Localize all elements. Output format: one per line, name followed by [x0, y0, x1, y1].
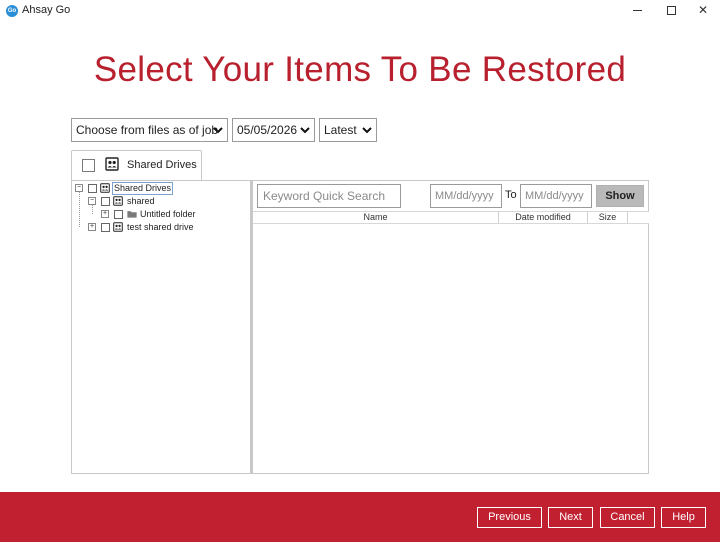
footer-bar: Previous Next Cancel Help [0, 492, 720, 542]
version-select[interactable]: Latest [319, 118, 377, 142]
tree-checkbox[interactable] [88, 184, 97, 193]
chevron-down-icon [362, 127, 372, 134]
app-logo-icon: Go [6, 5, 18, 17]
chevron-down-icon [213, 127, 223, 134]
shared-drive-icon [100, 183, 110, 193]
shared-drive-icon [113, 196, 123, 206]
date-to-field[interactable] [520, 184, 592, 208]
page-title: Select Your Items To Be Restored [93, 50, 627, 89]
date-select[interactable]: 05/05/2026 [232, 118, 315, 142]
collapse-toggle[interactable]: − [75, 184, 83, 192]
file-list-panel: To Show Name Date modified Size [251, 180, 649, 474]
table-header: Name Date modified Size [253, 211, 649, 224]
column-header-date-modified[interactable]: Date modified [499, 212, 588, 223]
chevron-down-icon [300, 127, 310, 134]
tree-item-label: test shared drive [127, 222, 194, 232]
minimize-button[interactable] [620, 0, 654, 22]
window-title: Ahsay Go [22, 4, 71, 16]
job-select-value: Choose from files as of job [76, 123, 219, 137]
next-button[interactable]: Next [548, 507, 593, 528]
folder-tree: − Shared Drives − shared + Untitled fold… [71, 180, 251, 474]
column-header-name[interactable]: Name [253, 212, 499, 223]
tree-checkbox[interactable] [114, 210, 123, 219]
show-button[interactable]: Show [596, 185, 644, 207]
tree-connector [79, 192, 80, 227]
maximize-icon [666, 6, 676, 16]
expand-toggle[interactable]: + [101, 210, 109, 218]
tree-checkbox[interactable] [101, 197, 110, 206]
date-from-field[interactable] [430, 184, 502, 208]
maximize-button[interactable] [654, 0, 688, 22]
tree-item-shared[interactable]: − shared [87, 195, 247, 208]
minimize-icon [632, 10, 642, 12]
previous-button[interactable]: Previous [477, 507, 542, 528]
job-select[interactable]: Choose from files as of job [71, 118, 228, 142]
close-button[interactable]: ✕ [686, 0, 720, 22]
cancel-button[interactable]: Cancel [600, 507, 655, 528]
expand-toggle[interactable]: + [88, 223, 96, 231]
title-bar: Go Ahsay Go ✕ [0, 0, 720, 22]
help-button[interactable]: Help [661, 507, 706, 528]
tree-item-test-shared-drive[interactable]: + test shared drive [87, 221, 247, 234]
date-select-value: 05/05/2026 [237, 123, 298, 137]
tree-item-label: Shared Drives [112, 182, 174, 195]
select-all-checkbox[interactable] [82, 159, 95, 172]
search-input[interactable] [257, 184, 401, 208]
tab-shared-drives[interactable]: Shared Drives [71, 150, 202, 181]
tree-item-label: shared [127, 196, 155, 206]
tree-checkbox[interactable] [101, 223, 110, 232]
collapse-toggle[interactable]: − [88, 197, 96, 205]
version-select-value: Latest [324, 123, 357, 137]
column-header-size[interactable]: Size [588, 212, 628, 223]
tab-label: Shared Drives [127, 159, 197, 171]
shared-drive-icon [105, 157, 119, 171]
folder-icon [127, 211, 137, 218]
to-label: To [505, 189, 517, 201]
tree-item-shared-drives[interactable]: − Shared Drives [74, 182, 249, 195]
tree-item-untitled-folder[interactable]: + Untitled folder [100, 208, 248, 221]
restore-window: Go Ahsay Go ✕ Select Your Items To Be Re… [0, 0, 720, 542]
tree-item-label: Untitled folder [140, 209, 196, 219]
shared-drive-icon [113, 222, 123, 232]
close-icon: ✕ [697, 3, 709, 17]
